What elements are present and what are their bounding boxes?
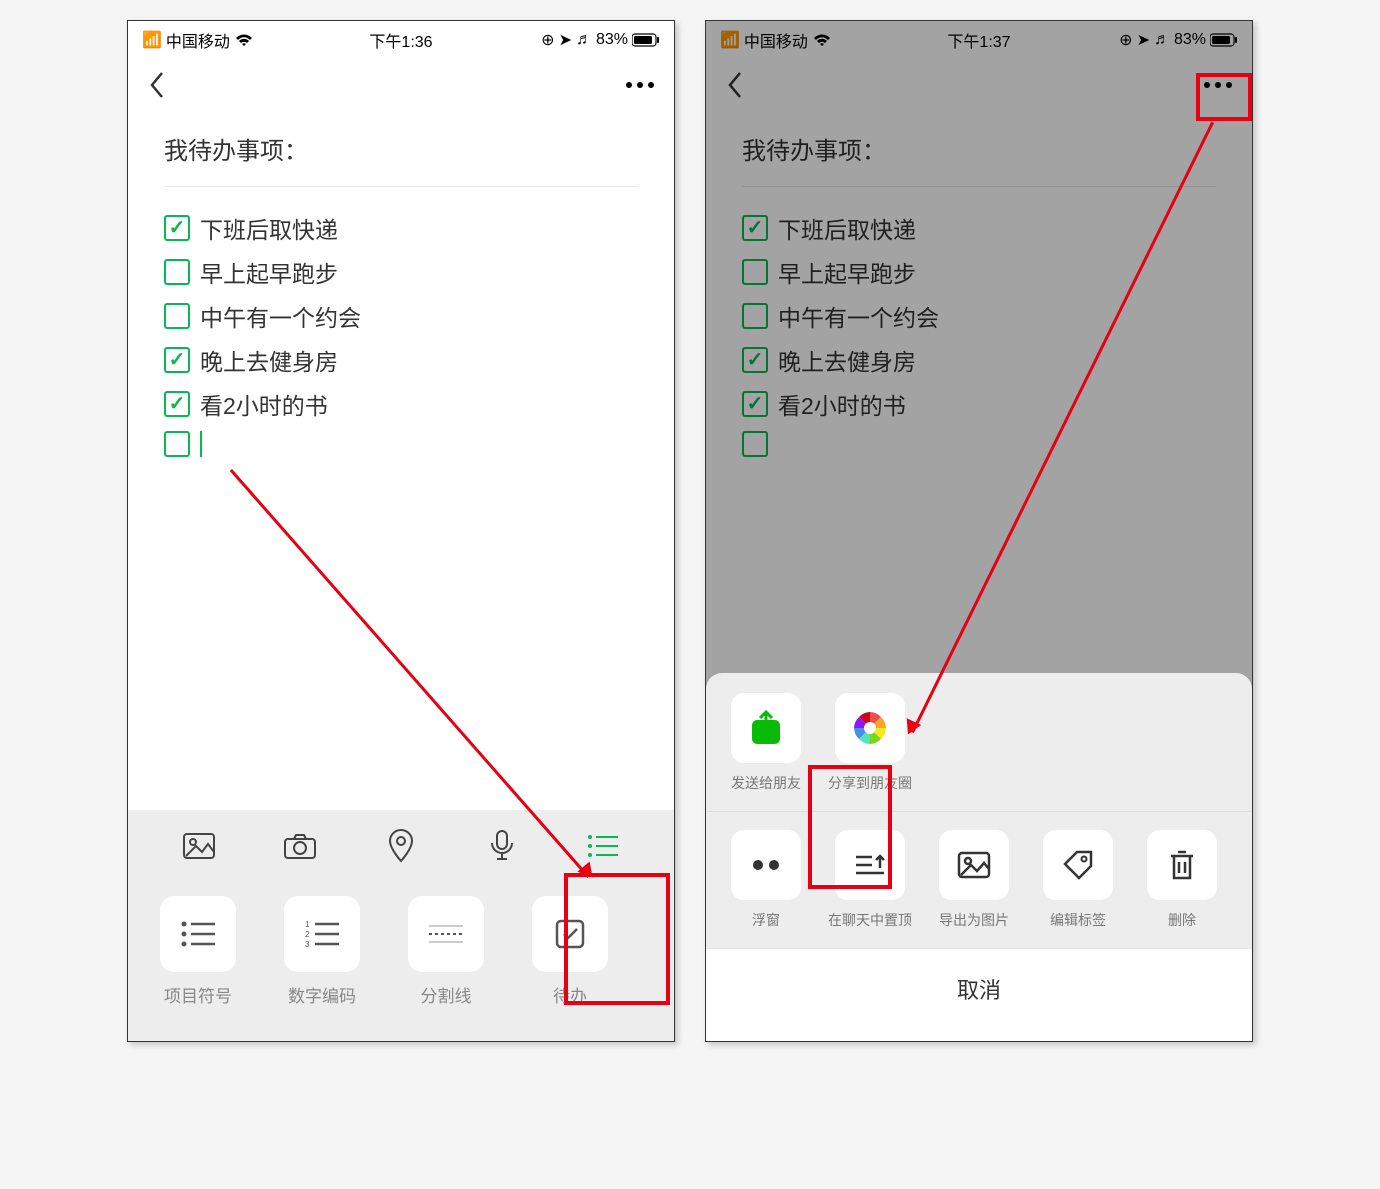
todo-item[interactable]: 下班后取快递 bbox=[164, 211, 638, 245]
voice-icon[interactable] bbox=[480, 824, 524, 868]
option-label: 待办 bbox=[553, 982, 587, 1007]
alarm-icon: ⊕ bbox=[541, 30, 554, 50]
editor-toolbar: 项目符号 123 数字编码 分割线 待办 bbox=[128, 810, 674, 1041]
bullets-icon bbox=[160, 896, 236, 972]
note-title[interactable]: 我待办事项： bbox=[128, 111, 674, 186]
status-bar: 📶 中国移动 下午1:36 ⊕ ➤ ♬ 83% bbox=[128, 21, 674, 59]
todo-checkbox[interactable] bbox=[164, 391, 190, 417]
todo-item[interactable]: 晚上去健身房 bbox=[164, 343, 638, 377]
action-option-export[interactable]: 导出为图片 bbox=[934, 830, 1014, 930]
todo-item[interactable] bbox=[164, 431, 638, 457]
action-label: 在聊天中置顶 bbox=[828, 910, 912, 930]
share-option-send[interactable]: 发送给朋友 bbox=[726, 693, 806, 793]
todo-text: 早上起早跑步 bbox=[200, 255, 338, 289]
todo-item[interactable]: 中午有一个约会 bbox=[164, 299, 638, 333]
todo-checkbox[interactable] bbox=[164, 431, 190, 457]
back-button[interactable] bbox=[148, 71, 166, 99]
title-divider bbox=[164, 186, 638, 187]
delete-icon bbox=[1147, 830, 1217, 900]
carrier-text: 中国移动 bbox=[166, 28, 230, 52]
todo-list[interactable]: 下班后取快递早上起早跑步中午有一个约会晚上去健身房看2小时的书 bbox=[128, 211, 674, 457]
todo-text: 下班后取快递 bbox=[200, 211, 338, 245]
clock-text: 下午1:36 bbox=[369, 28, 432, 52]
toolbar-option-bullets[interactable]: 项目符号 bbox=[148, 896, 248, 1007]
action-label: 导出为图片 bbox=[939, 910, 1009, 930]
phone-left: 📶 中国移动 下午1:36 ⊕ ➤ ♬ 83% 我待办事项： 下班后取快递早上起… bbox=[127, 20, 675, 1042]
cancel-button[interactable]: 取消 bbox=[706, 948, 1252, 1041]
toolbar-option-todo[interactable]: 待办 bbox=[520, 896, 620, 1007]
option-label: 分割线 bbox=[421, 982, 472, 1007]
moments-icon bbox=[835, 693, 905, 763]
action-label: 浮窗 bbox=[752, 910, 780, 930]
share-sheet: 发送给朋友 分享到朋友圈 浮窗 在聊天中置顶 导出为图片 编辑标签 删除 取消 bbox=[706, 673, 1252, 1041]
todo-item[interactable]: 看2小时的书 bbox=[164, 387, 638, 421]
action-option-pin[interactable]: 在聊天中置顶 bbox=[830, 830, 910, 930]
option-label: 数字编码 bbox=[288, 982, 356, 1007]
share-option-moments[interactable]: 分享到朋友圈 bbox=[830, 693, 910, 793]
toolbar-option-numbers[interactable]: 123 数字编码 bbox=[272, 896, 372, 1007]
camera-icon[interactable] bbox=[278, 824, 322, 868]
location-icon[interactable] bbox=[379, 824, 423, 868]
svg-text:1: 1 bbox=[305, 920, 310, 929]
text-cursor bbox=[200, 431, 202, 457]
battery-text: 83% bbox=[596, 31, 628, 49]
option-label: 项目符号 bbox=[164, 982, 232, 1007]
todo-checkbox[interactable] bbox=[164, 347, 190, 373]
headphone-icon: ♬ bbox=[576, 31, 592, 49]
todo-text: 中午有一个约会 bbox=[200, 299, 361, 333]
todo-checkbox[interactable] bbox=[164, 215, 190, 241]
float-icon bbox=[731, 830, 801, 900]
todo-icon bbox=[532, 896, 608, 972]
action-option-float[interactable]: 浮窗 bbox=[726, 830, 806, 930]
todo-item[interactable]: 早上起早跑步 bbox=[164, 255, 638, 289]
send-icon bbox=[731, 693, 801, 763]
image-icon[interactable] bbox=[177, 824, 221, 868]
nav-bar bbox=[128, 59, 674, 111]
pin-icon bbox=[835, 830, 905, 900]
more-button[interactable] bbox=[626, 82, 654, 88]
action-label: 编辑标签 bbox=[1050, 910, 1106, 930]
location-arrow-icon: ➤ bbox=[559, 30, 572, 50]
wifi-icon bbox=[234, 32, 254, 48]
toolbar-option-divider[interactable]: 分割线 bbox=[396, 896, 496, 1007]
svg-text:2: 2 bbox=[305, 930, 310, 939]
signal-icon: 📶 bbox=[142, 30, 162, 50]
todo-text: 看2小时的书 bbox=[200, 387, 328, 421]
action-label: 删除 bbox=[1168, 910, 1196, 930]
battery-icon bbox=[632, 33, 660, 47]
list-icon[interactable] bbox=[581, 824, 625, 868]
divider-icon bbox=[408, 896, 484, 972]
todo-text: 晚上去健身房 bbox=[200, 343, 338, 377]
share-label: 分享到朋友圈 bbox=[828, 773, 912, 793]
todo-checkbox[interactable] bbox=[164, 303, 190, 329]
sheet-divider bbox=[706, 811, 1252, 812]
numbers-icon: 123 bbox=[284, 896, 360, 972]
todo-checkbox[interactable] bbox=[164, 259, 190, 285]
action-option-delete[interactable]: 删除 bbox=[1142, 830, 1222, 930]
action-option-tag[interactable]: 编辑标签 bbox=[1038, 830, 1118, 930]
svg-text:3: 3 bbox=[305, 940, 310, 949]
tag-icon bbox=[1043, 830, 1113, 900]
phone-right: 📶 中国移动 下午1:37 ⊕ ➤ ♬ 83% 我待办事项： 下班后取快递早上起… bbox=[705, 20, 1253, 1042]
export-icon bbox=[939, 830, 1009, 900]
share-label: 发送给朋友 bbox=[731, 773, 801, 793]
